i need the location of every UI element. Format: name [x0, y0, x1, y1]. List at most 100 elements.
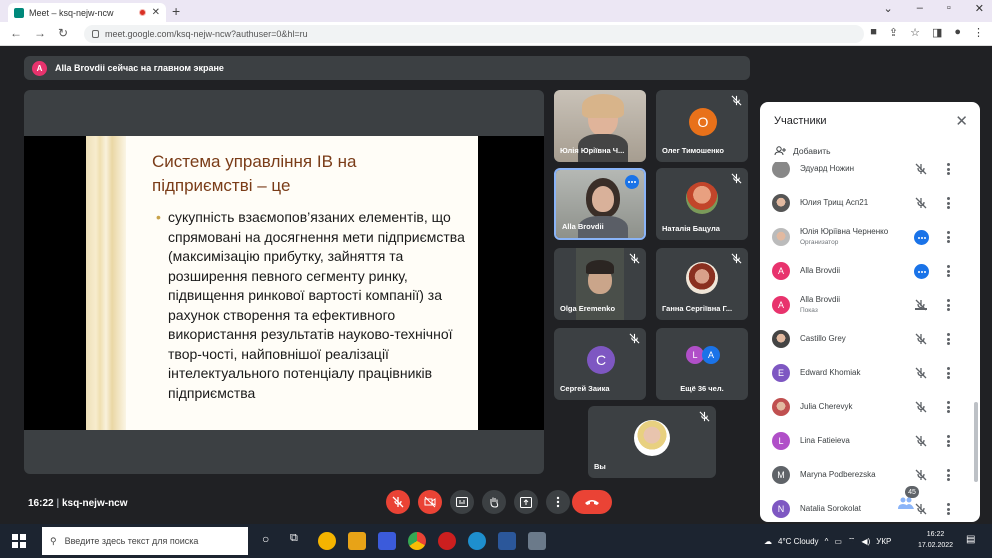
close-icon[interactable]: ✕ — [955, 112, 968, 130]
more-vert-icon[interactable] — [946, 195, 950, 211]
chat-button[interactable] — [926, 495, 942, 511]
close-tab-icon[interactable]: ✕ — [152, 7, 160, 18]
participant-row[interactable]: A Alla Brovdii Показ — [760, 290, 970, 322]
mic-off-icon[interactable] — [914, 366, 928, 380]
more-vert-icon[interactable] — [946, 467, 950, 483]
cloud-icon: ☁ — [764, 536, 772, 546]
participant-row[interactable]: L Lina Fatieieva — [760, 426, 970, 458]
participant-tile[interactable]: Наталія Бацула — [656, 168, 748, 240]
mic-off-icon[interactable] — [914, 400, 928, 414]
meeting-details-button[interactable] — [868, 495, 884, 511]
tile-name: Наталія Бацула — [662, 224, 720, 233]
participants-button[interactable] — [898, 495, 914, 511]
tray-chevron-icon[interactable]: ^ — [825, 537, 829, 546]
participant-row[interactable]: Julia Cherevyk — [760, 392, 970, 424]
mic-off-icon[interactable] — [914, 196, 928, 210]
meeting-info: 16:22 | ksq-nejw-ncw — [28, 498, 128, 509]
volume-icon[interactable]: ◀) — [861, 537, 870, 546]
edge-icon[interactable] — [468, 532, 486, 550]
mic-off-icon[interactable] — [914, 468, 928, 482]
notifications-icon[interactable]: ▤ — [966, 534, 975, 545]
activities-button[interactable] — [956, 495, 972, 511]
app-icon[interactable] — [378, 532, 396, 550]
url-field[interactable]: meet.google.com/ksq-nejw-ncw?authuser=0&… — [84, 25, 864, 43]
file-explorer-icon[interactable] — [348, 532, 366, 550]
participant-tile[interactable]: С Сергей Заика — [554, 328, 646, 400]
more-vert-icon[interactable] — [946, 229, 950, 245]
more-vert-icon[interactable] — [946, 365, 950, 381]
participant-photo — [686, 262, 718, 294]
word-icon[interactable] — [498, 532, 516, 550]
participant-name: Lina Fatieieva — [800, 436, 850, 445]
minimize-button[interactable]: – — [917, 2, 923, 15]
more-vert-icon[interactable] — [946, 331, 950, 347]
raise-hand-button[interactable] — [482, 490, 506, 514]
participant-tile-active[interactable]: Alla Brovdii — [554, 168, 646, 240]
new-tab-button[interactable]: + — [172, 3, 180, 19]
star-icon[interactable]: ☆ — [910, 26, 920, 39]
participant-tile[interactable]: Ганна Сергіївна Г... — [656, 248, 748, 320]
participant-row[interactable]: Castillo Grey — [760, 324, 970, 356]
battery-icon[interactable]: ▭ — [834, 537, 842, 546]
participant-tile[interactable]: О Олег Тимошенко — [656, 90, 748, 162]
windows-taskbar: ⚲ Введите здесь текст для поиска ○ ⧉ ☁ 4… — [0, 524, 992, 558]
reload-icon[interactable]: ↻ — [58, 26, 68, 40]
add-people-button[interactable]: Добавить — [774, 146, 831, 156]
hand-icon — [490, 497, 499, 508]
camera-icon[interactable]: ■ — [870, 26, 877, 39]
task-view-icon[interactable]: ⧉ — [290, 532, 308, 550]
participant-row[interactable]: Эдуард Ножин — [760, 162, 970, 186]
present-button[interactable] — [514, 490, 538, 514]
chevron-down-icon[interactable]: ⌄ — [884, 2, 893, 15]
participant-row[interactable]: Юлія Юріївна Черненко Организатор — [760, 222, 970, 254]
more-vert-icon[interactable] — [946, 433, 950, 449]
language-indicator[interactable]: УКР — [876, 537, 891, 546]
camera-toggle-button[interactable] — [418, 490, 442, 514]
scrollbar[interactable] — [974, 402, 978, 482]
forward-icon[interactable]: → — [34, 26, 46, 40]
mic-off-icon — [731, 95, 742, 106]
tile-name: Юлія Юріївна Ч... — [560, 146, 625, 155]
participant-row[interactable]: A Alla Brovdii — [760, 256, 970, 288]
participant-tile[interactable]: Юлія Юріївна Ч... — [554, 90, 646, 162]
captions-button[interactable] — [450, 490, 474, 514]
cortana-icon[interactable]: ○ — [262, 532, 280, 550]
more-vert-icon[interactable] — [946, 162, 950, 177]
participant-tile[interactable]: Olga Eremenko — [554, 248, 646, 320]
mic-toggle-button[interactable] — [386, 490, 410, 514]
close-window-button[interactable]: ✕ — [975, 2, 984, 15]
browser-tab[interactable]: Meet – ksq-nejw-ncw ✕ — [8, 3, 166, 22]
network-icon[interactable]: ⌔ — [848, 536, 856, 546]
sidepanel-icon[interactable]: ◨ — [932, 26, 942, 39]
share-icon[interactable]: ⇪ — [889, 26, 898, 39]
more-vert-icon[interactable] — [946, 399, 950, 415]
windows-start-icon[interactable] — [12, 534, 26, 548]
end-call-button[interactable] — [572, 490, 612, 514]
profile-avatar[interactable]: ● — [954, 26, 961, 39]
more-vert-icon[interactable] — [946, 297, 950, 313]
taskbar-clock[interactable]: 16:22 17.02.2022 — [918, 529, 953, 551]
participant-avatar — [772, 194, 790, 212]
presenting-mic-icon[interactable] — [914, 298, 928, 312]
app-icon[interactable] — [528, 532, 546, 550]
opera-icon[interactable] — [438, 532, 456, 550]
mic-off-icon — [699, 411, 710, 422]
mic-off-icon[interactable] — [914, 332, 928, 346]
participant-row[interactable]: Юлия Трищ Асп21 — [760, 188, 970, 220]
participant-row[interactable]: E Edward Khomiak — [760, 358, 970, 390]
self-tile[interactable]: Вы — [588, 406, 716, 478]
menu-icon[interactable]: ⋮ — [973, 26, 984, 39]
back-icon[interactable]: ← — [10, 26, 22, 40]
chrome-icon[interactable] — [408, 532, 426, 550]
taskbar-search[interactable]: ⚲ Введите здесь текст для поиска — [42, 527, 248, 555]
app-icon[interactable] — [318, 532, 336, 550]
more-options-button[interactable] — [546, 490, 570, 514]
weather-text[interactable]: 4°C Cloudy — [778, 537, 819, 546]
more-participants-tile[interactable]: L A Ещё 36 чел. — [656, 328, 748, 400]
mic-off-icon[interactable] — [914, 162, 928, 176]
phone-hangup-icon — [585, 500, 599, 505]
mic-off-icon[interactable] — [914, 434, 928, 448]
more-vert-icon[interactable] — [946, 263, 950, 279]
participant-avatar: M — [772, 466, 790, 484]
restore-button[interactable]: ▫ — [947, 2, 951, 15]
